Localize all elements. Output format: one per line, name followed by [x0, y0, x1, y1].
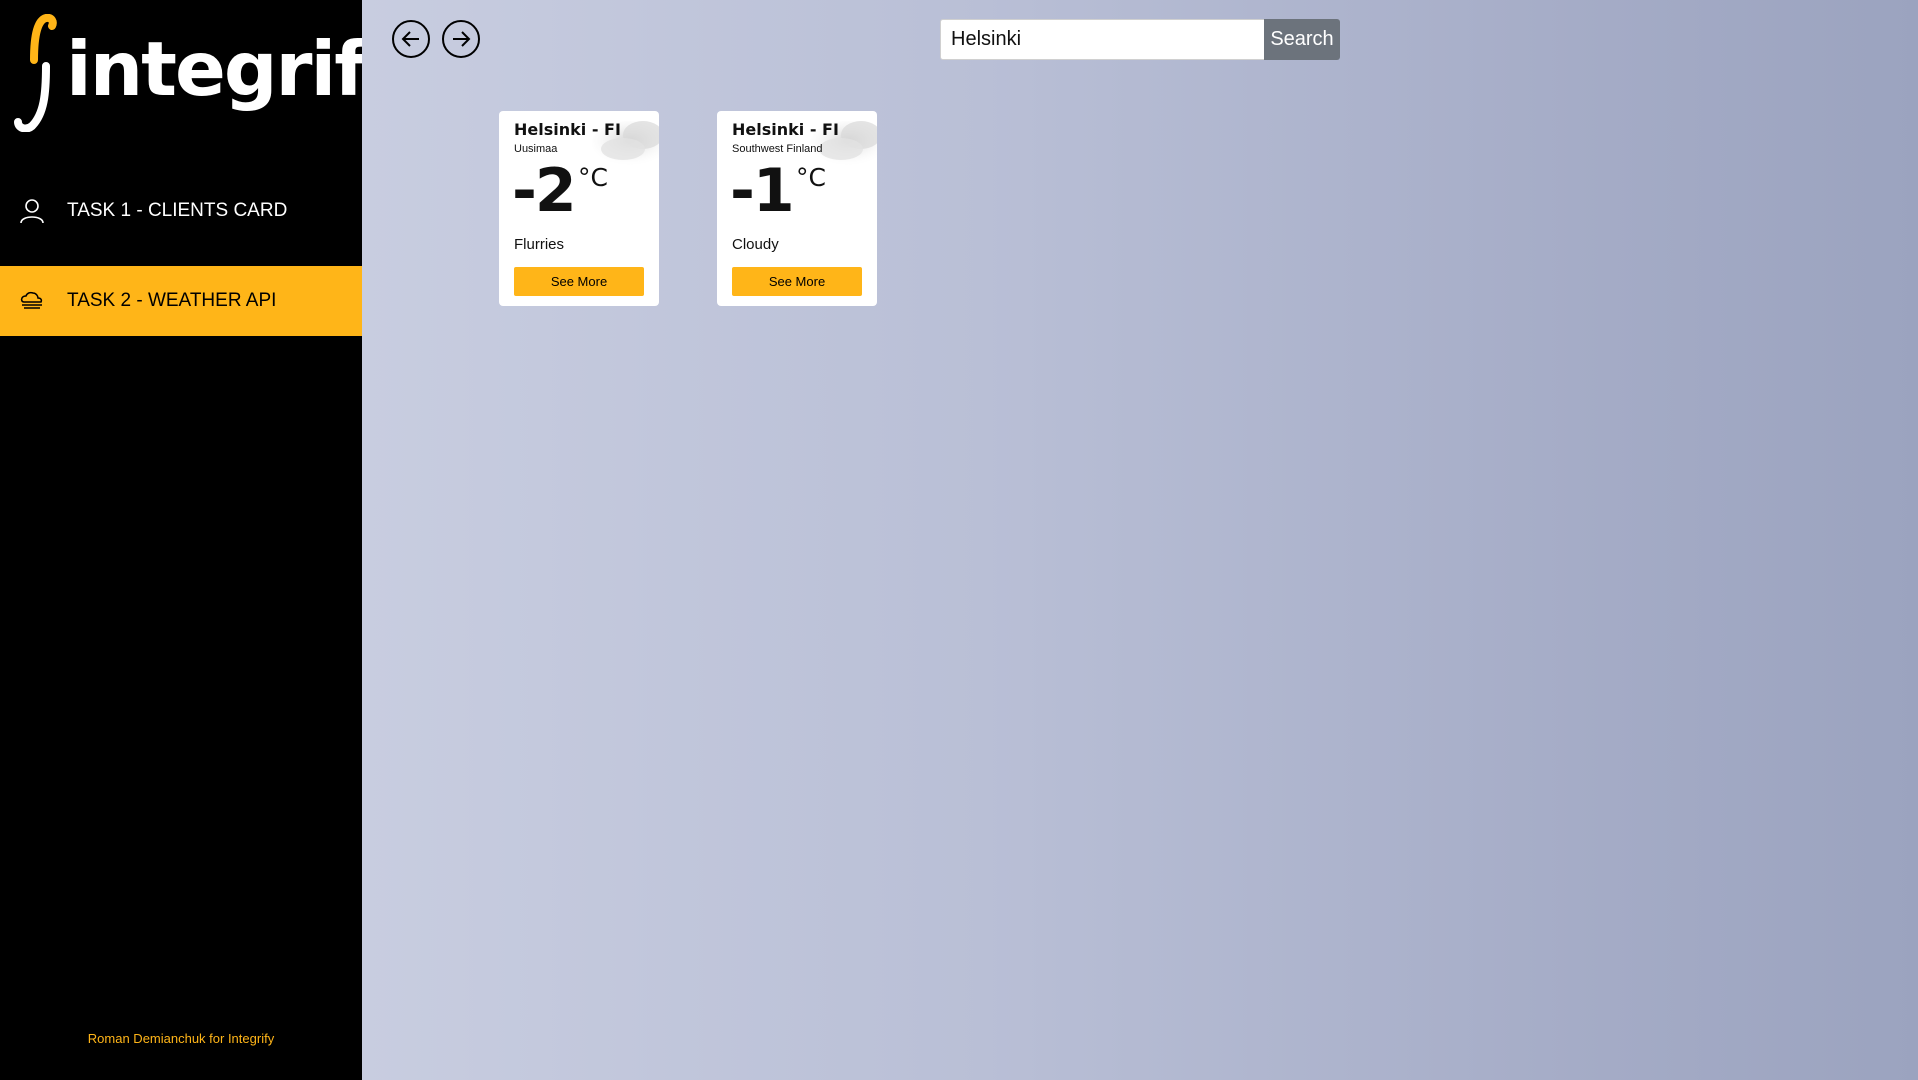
arrow-right-icon: [453, 31, 471, 47]
logo-mark-icon: [14, 14, 57, 132]
card-city: Helsinki - FI: [514, 120, 621, 139]
arrow-left-icon: [401, 31, 419, 47]
card-temperature-unit: °C: [796, 163, 826, 192]
main-content: Search Helsinki - FI Uusimaa -2 °C Flurr…: [362, 0, 1918, 1080]
sidebar-item-label: TASK 2 - WEATHER API: [67, 290, 277, 311]
sidebar-item-weather-api[interactable]: TASK 2 - WEATHER API: [0, 266, 362, 336]
weather-card: Helsinki - FI Southwest Finland -1 °C Cl…: [717, 111, 877, 306]
logo-wordmark: integrify: [66, 25, 414, 113]
card-temperature-unit: °C: [578, 163, 608, 192]
user-icon: [17, 196, 47, 226]
sidebar: integrify TASK 1 - CLIENTS CARD TASK 2 -…: [0, 0, 414, 1080]
search-button[interactable]: Search: [1264, 19, 1340, 60]
weather-card: Helsinki - FI Uusimaa -2 °C Flurries See…: [499, 111, 659, 306]
see-more-button[interactable]: See More: [732, 267, 862, 296]
see-more-button[interactable]: See More: [514, 267, 644, 296]
forward-button[interactable]: [442, 20, 480, 58]
search-input[interactable]: [940, 19, 1265, 60]
card-condition: Flurries: [514, 236, 565, 253]
cloud-icon: [17, 286, 47, 316]
card-temperature: -2: [512, 156, 577, 226]
card-region: Uusimaa: [514, 143, 558, 155]
integrify-logo[interactable]: integrify: [12, 14, 414, 132]
sidebar-footer: Roman Demianchuk for Integrify: [87, 1031, 275, 1046]
card-region: Southwest Finland: [732, 143, 823, 155]
card-temperature: -1: [730, 156, 795, 226]
sidebar-item-clients-card[interactable]: TASK 1 - CLIENTS CARD: [0, 176, 362, 246]
card-city: Helsinki - FI: [732, 120, 839, 139]
back-button[interactable]: [392, 20, 430, 58]
card-condition: Cloudy: [732, 236, 779, 253]
sidebar-item-label: TASK 1 - CLIENTS CARD: [67, 200, 288, 221]
